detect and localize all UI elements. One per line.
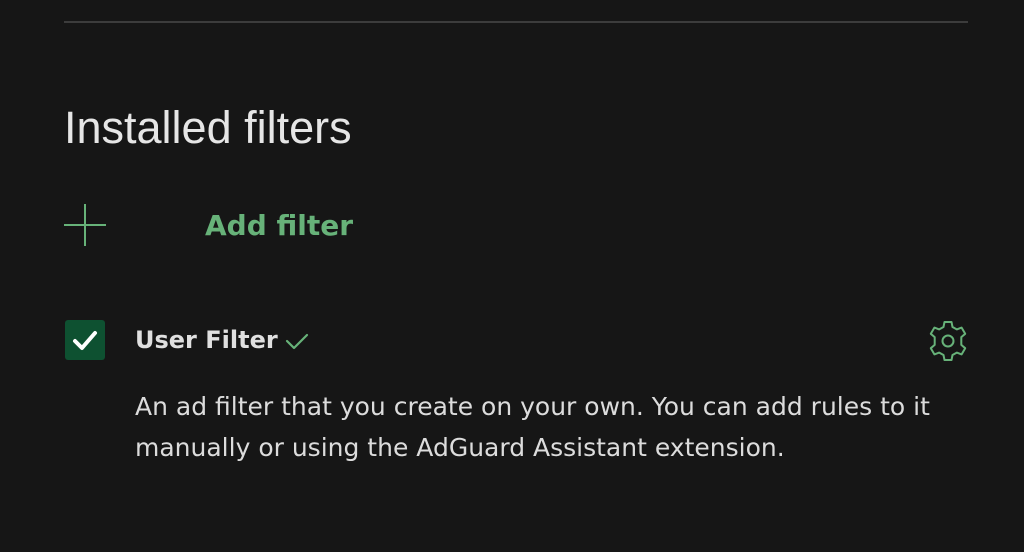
- filter-description: An ad filter that you create on your own…: [135, 392, 930, 462]
- filter-item-user-filter: User Filter An ad filter that you create…: [64, 318, 974, 468]
- filter-enabled-checkbox[interactable]: [65, 320, 105, 360]
- gear-icon[interactable]: [925, 318, 971, 364]
- filter-name: User Filter: [135, 326, 278, 354]
- add-filter-label: Add filter: [205, 209, 354, 242]
- add-filter-button[interactable]: Add filter: [64, 204, 364, 246]
- plus-icon: [64, 204, 106, 246]
- section-title: Installed filters: [64, 102, 352, 153]
- filters-page: Installed filters Add filter User Filter: [0, 0, 1024, 552]
- check-icon: [284, 330, 310, 352]
- section-divider: [64, 21, 968, 23]
